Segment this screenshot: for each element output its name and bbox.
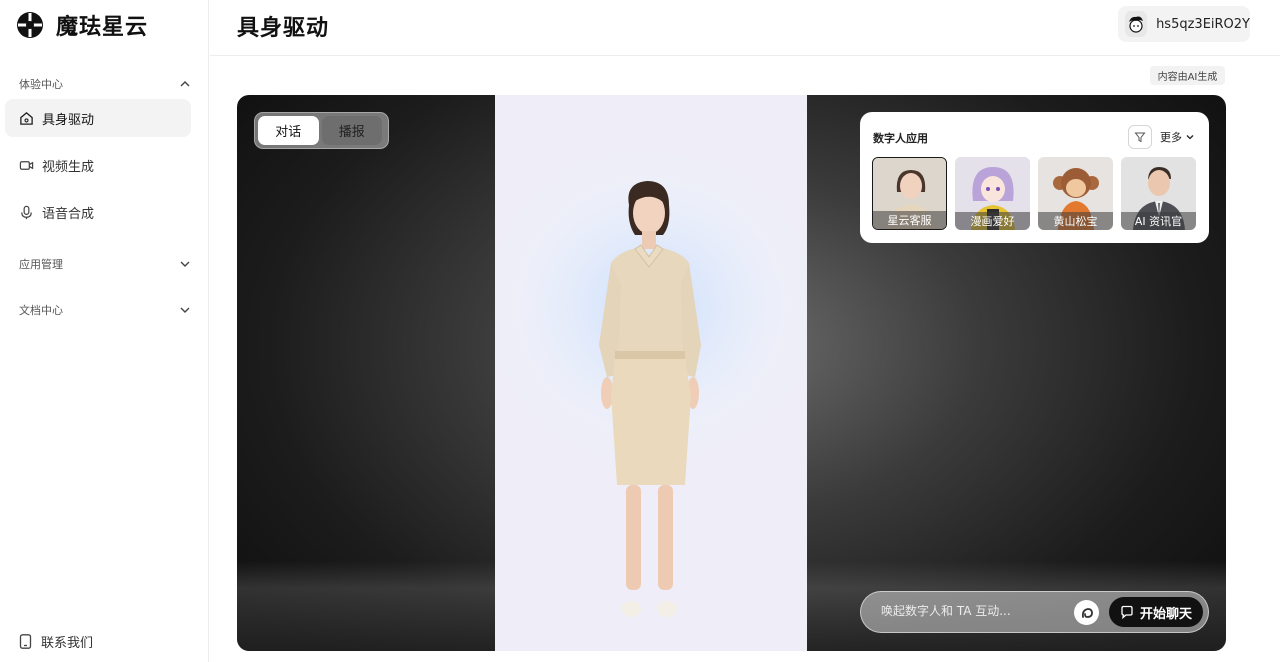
chat-input[interactable] (881, 604, 1061, 618)
mode-toggle: 对话 播报 (254, 112, 389, 149)
page-title: 具身驱动 (237, 16, 330, 41)
digital-human-apps-panel: 数字人应用 更多 星云客服 漫画爱好 黄山松宝 AI 资讯官 (860, 112, 1209, 243)
section-label: 应用管理 (19, 258, 63, 271)
avatar (1125, 11, 1148, 37)
mode-broadcast-button[interactable]: 播报 (321, 116, 382, 145)
start-chat-button[interactable]: 开始聊天 (1109, 597, 1203, 627)
home-icon (20, 111, 33, 125)
more-apps-button[interactable]: 更多 (1160, 129, 1195, 145)
sidebar-item-label: 语音合成 (42, 206, 95, 222)
apps-panel-title: 数字人应用 (873, 132, 928, 145)
brand-logo-icon (17, 12, 43, 38)
sidebar-item-video-generation[interactable]: 视频生成 (5, 146, 191, 184)
sidebar-item-label: 视频生成 (42, 159, 95, 175)
phone-icon (19, 634, 32, 649)
video-icon (19, 160, 34, 170)
contact-label: 联系我们 (41, 636, 94, 651)
chevron-up-icon (180, 81, 190, 87)
chevron-down-icon (180, 307, 190, 313)
contact-us-link[interactable]: 联系我们 (19, 632, 93, 651)
card-label: 漫画爱好 (955, 212, 1030, 230)
section-docs-center[interactable]: 文档中心 (19, 300, 191, 320)
section-experience-center[interactable]: 体验中心 (19, 74, 191, 94)
microphone-icon (21, 205, 32, 219)
app-card-ai-news-officer[interactable]: AI 资讯官 (1121, 157, 1196, 230)
sidebar: 魔珐星云 体验中心 具身驱动 视频生成 语音合成 应用管理 文档中心 联系我们 (0, 0, 209, 662)
user-menu[interactable]: hs5qz3EiRO2Y (1118, 6, 1250, 42)
user-avatar-icon (1129, 16, 1144, 33)
filter-icon (1134, 132, 1146, 143)
header: 具身驱动 hs5qz3EiRO2Y (210, 0, 1280, 56)
brand-name: 魔珐星云 (56, 15, 149, 40)
card-label: 黄山松宝 (1038, 212, 1113, 230)
digital-human-view (495, 95, 807, 651)
filter-button[interactable] (1128, 125, 1152, 149)
voice-wave-icon (1081, 607, 1093, 618)
more-label: 更多 (1160, 131, 1182, 144)
chat-bubble-icon (1121, 605, 1133, 619)
app-root: 魔珐星云 体验中心 具身驱动 视频生成 语音合成 应用管理 文档中心 联系我们 … (0, 0, 1280, 662)
start-chat-label: 开始聊天 (1139, 606, 1192, 622)
digital-human-figure (599, 181, 701, 617)
brand[interactable]: 魔珐星云 (16, 10, 148, 40)
ai-generated-badge: 内容由AI生成 (1150, 66, 1225, 85)
mode-dialogue-button[interactable]: 对话 (258, 116, 319, 145)
card-label: AI 资讯官 (1121, 212, 1196, 230)
chat-bar: 开始聊天 (860, 591, 1209, 633)
app-card-comic-fan[interactable]: 漫画爱好 (955, 157, 1030, 230)
user-name: hs5qz3EiRO2Y (1156, 16, 1250, 32)
app-card-customer-service[interactable]: 星云客服 (872, 157, 947, 230)
section-label: 体验中心 (19, 78, 63, 91)
app-card-huangshan-songbao[interactable]: 黄山松宝 (1038, 157, 1113, 230)
chevron-down-icon (180, 261, 190, 267)
sidebar-item-speech-synthesis[interactable]: 语音合成 (5, 193, 191, 231)
avatar-stage: 对话 播报 数字人应用 更多 星云客服 漫画爱好 黄山松宝 AI 资讯官 唤起数… (237, 95, 1226, 651)
sidebar-item-label: 具身驱动 (42, 112, 95, 128)
card-label: 星云客服 (873, 211, 946, 229)
voice-input-button[interactable] (1074, 600, 1099, 625)
sidebar-item-embodied-drive[interactable]: 具身驱动 (5, 99, 191, 137)
section-app-management[interactable]: 应用管理 (19, 254, 191, 274)
chevron-down-icon (1186, 135, 1194, 140)
section-label: 文档中心 (19, 304, 63, 317)
